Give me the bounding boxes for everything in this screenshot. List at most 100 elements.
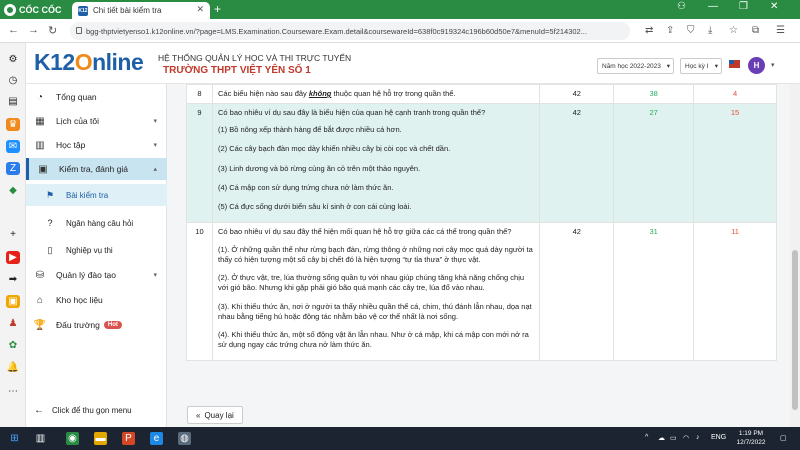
trophy-icon: 🏆 xyxy=(33,319,47,331)
collapse-menu-button[interactable]: ← Click để thu gọn menu xyxy=(34,405,132,416)
back-button[interactable]: « Quay lại xyxy=(187,406,243,424)
people-icon[interactable]: ♟ xyxy=(6,317,20,330)
k12online-logo[interactable]: K12Online xyxy=(34,49,144,76)
url-field[interactable]: bgg-thptvietyenso1.k12online.vn/?page=LM… xyxy=(70,22,630,40)
forward-arrow-icon[interactable]: → xyxy=(28,24,39,36)
file-explorer-icon[interactable]: ▬ xyxy=(94,432,107,445)
sidebar-item-overview[interactable]: ◔ Tổng quan xyxy=(26,86,167,108)
school-year-value: Năm học 2022-2023 xyxy=(602,62,661,70)
menu-icon[interactable]: ☰ xyxy=(776,25,785,36)
language-indicator[interactable]: ENG xyxy=(711,434,726,441)
notes-icon[interactable]: ▤ xyxy=(6,95,20,108)
crown-app-icon[interactable]: ♛ xyxy=(6,118,20,131)
chevron-down-icon: ▾ xyxy=(153,142,157,149)
app-taskbar-icon[interactable]: ◍ xyxy=(178,432,191,445)
settings-gear-icon[interactable]: ⚙ xyxy=(6,53,20,66)
sidebar-subitem-exam-ops[interactable]: ▯ Nghiệp vụ thi xyxy=(26,239,167,261)
wifi-icon[interactable]: ◠ xyxy=(683,434,689,442)
book-icon: ▥ xyxy=(35,139,45,151)
browser-side-rail: ⚙ ◷ ▤ ♛ ✉ Z ◆ + ▶ ➡ ▣ ♟ ✿ 🔔 ⋯ xyxy=(0,43,26,427)
messenger-icon[interactable]: ✉ xyxy=(6,140,20,153)
scrollbar-thumb[interactable] xyxy=(792,250,798,410)
sidebar-item-training[interactable]: ⛁ Quản lý đào tạo ▾ xyxy=(26,264,167,286)
browser-tab-active[interactable]: K12 Chi tiết bài kiểm tra ✕ xyxy=(72,2,210,19)
cloud-icon[interactable]: ☁ xyxy=(658,434,665,442)
notification-bell-icon[interactable]: 🔔 xyxy=(6,361,20,374)
game-icon[interactable]: ◆ xyxy=(6,184,20,197)
sidebar-item-arena[interactable]: 🏆 Đấu trường Hot xyxy=(26,314,167,336)
sidebar-item-exam[interactable]: ▣ Kiểm tra, đánh giá ▴ xyxy=(26,158,167,180)
task-view-icon[interactable]: ▥ xyxy=(34,432,47,445)
youtube-icon[interactable]: ▶ xyxy=(6,251,20,264)
question-number: 9 xyxy=(186,103,213,223)
battery-icon[interactable]: ▭ xyxy=(670,434,677,442)
exam-icon: ▣ xyxy=(38,163,48,175)
question-option: (1) Bồ nông xếp thành hàng để bắt được n… xyxy=(217,125,402,135)
coccoc-brand[interactable]: CỐC CỐC xyxy=(4,3,62,16)
sidebar-subitem-label: Nghiệp vụ thi xyxy=(66,245,113,255)
profile-icon[interactable]: ⚇ xyxy=(677,1,686,12)
extensions-icon[interactable]: ⧉ xyxy=(752,25,759,36)
system-title: HỆ THỐNG QUẢN LÝ HỌC VÀ THI TRỰC TUYẾN xyxy=(158,53,352,63)
arrow-right-icon[interactable]: ➡ xyxy=(6,273,20,286)
notification-center-icon[interactable]: ▢ xyxy=(780,434,787,442)
correct-count: 38 xyxy=(613,84,695,105)
user-menu-caret-icon[interactable]: ▾ xyxy=(771,61,775,69)
sidebar-subitem-tests[interactable]: ⚑ Bài kiểm tra xyxy=(26,184,167,206)
chevron-down-icon: ▾ xyxy=(714,63,718,70)
back-arrow-icon[interactable]: ← xyxy=(8,24,19,36)
shield-icon[interactable]: ⛉ xyxy=(687,25,695,36)
question-text-part: Các biểu hiện nào sau đây xyxy=(217,89,309,98)
wrong-count: 15 xyxy=(693,103,777,223)
reload-icon[interactable]: ↻ xyxy=(48,24,57,37)
minimize-window-icon[interactable]: — xyxy=(708,1,718,12)
question-stem: Có bao nhiêu ví dụ sau đây thể hiện mối … xyxy=(217,226,512,236)
sidebar-item-study[interactable]: ▥ Học tập ▾ xyxy=(26,134,167,156)
language-flag-icon[interactable] xyxy=(729,60,740,68)
question-number: 10 xyxy=(186,221,213,362)
share-icon[interactable]: ⇪ xyxy=(666,25,674,36)
download-icon[interactable]: ⤓ xyxy=(708,25,712,36)
tray-chevron-up-icon[interactable]: ^ xyxy=(645,434,648,441)
sidebar-item-library[interactable]: ⌂ Kho học liệu xyxy=(26,289,167,311)
leaf-icon[interactable]: ✿ xyxy=(6,339,20,352)
sidebar-item-label: Quản lý đào tạo xyxy=(56,270,117,280)
edge-icon[interactable]: e xyxy=(150,432,163,445)
collapse-menu-label: Click để thu gọn menu xyxy=(52,406,132,415)
chevron-down-icon: ▾ xyxy=(153,272,157,279)
coccoc-taskbar-icon[interactable]: ◉ xyxy=(66,432,79,445)
zalo-icon[interactable]: Z xyxy=(6,162,20,175)
question-option: (1). Ở những quần thể như rừng bạch đàn,… xyxy=(217,245,533,265)
volume-icon[interactable]: ♪ xyxy=(696,434,700,441)
dashboard-icon: ◔ xyxy=(36,91,44,103)
powerpoint-icon[interactable]: P xyxy=(122,432,135,445)
maximize-window-icon[interactable]: ❐ xyxy=(739,1,748,12)
sidebar-subitem-question-bank[interactable]: ? Ngân hàng câu hỏi xyxy=(26,212,167,234)
windows-start-icon[interactable]: ⊞ xyxy=(8,432,21,445)
school-year-select[interactable]: Năm học 2022-2023 ▾ xyxy=(597,58,674,74)
shopping-icon[interactable]: ▣ xyxy=(6,295,20,308)
taskbar-clock[interactable]: 1:19 PM 12/7/2022 xyxy=(734,430,768,448)
school-name: TRƯỜNG THPT VIỆT YÊN SỐ 1 xyxy=(163,65,311,76)
bookmark-star-icon[interactable]: ☆ xyxy=(729,25,738,36)
history-icon[interactable]: ◷ xyxy=(6,74,20,87)
logo-o-icon: O xyxy=(74,49,93,75)
translate-icon[interactable]: ⇄ xyxy=(645,25,653,36)
question-text-part: thuộc quan hệ hỗ trợ trong quần thể. xyxy=(331,89,456,98)
new-tab-icon[interactable]: + xyxy=(214,2,221,16)
sidebar-item-label: Lịch của tôi xyxy=(56,116,99,126)
term-select[interactable]: Học kỳ I ▾ xyxy=(680,58,722,74)
close-window-icon[interactable]: ✕ xyxy=(770,1,778,12)
add-sidebar-icon[interactable]: + xyxy=(6,228,20,241)
app-sidebar: ◔ Tổng quan ▦ Lịch của tôi ▾ ▥ Học tập ▾… xyxy=(26,84,167,427)
question-text: Có bao nhiêu ví dụ sau đây thể hiện mối … xyxy=(211,221,541,362)
user-avatar[interactable]: H xyxy=(748,57,765,74)
more-dots-icon[interactable]: ⋯ xyxy=(6,385,20,398)
question-option: (5) Cá đực sống dưới biển sâu kí sinh ở … xyxy=(217,201,412,211)
correct-count: 27 xyxy=(613,103,695,223)
table-row: 10 Có bao nhiêu ví dụ sau đây thể hiện m… xyxy=(186,221,777,362)
sidebar-item-label: Kho học liệu xyxy=(56,295,103,305)
close-tab-icon[interactable]: ✕ xyxy=(196,4,204,15)
sidebar-item-calendar[interactable]: ▦ Lịch của tôi ▾ xyxy=(26,110,167,132)
double-chevron-left-icon: « xyxy=(196,410,201,420)
